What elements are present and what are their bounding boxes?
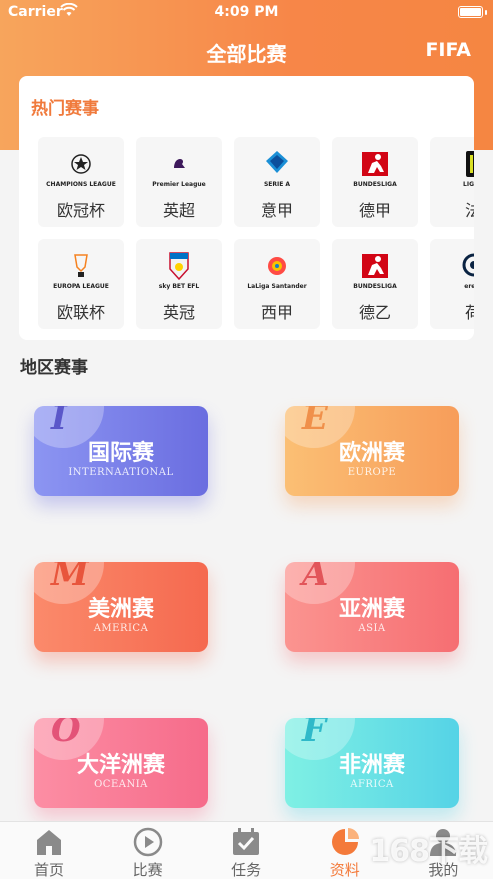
- serie-a-logo: [257, 145, 297, 183]
- league-tile[interactable]: eredi 荷: [430, 239, 474, 329]
- tab-calendar-check[interactable]: 任务: [197, 822, 295, 879]
- league-logo-text: LaLiga Santander: [247, 283, 307, 290]
- tab-play[interactable]: 比赛: [99, 822, 197, 879]
- laliga-logo: [257, 247, 297, 285]
- tab-home[interactable]: 首页: [0, 822, 98, 879]
- league-name: 英超: [162, 201, 195, 220]
- league-name: 西甲: [260, 303, 293, 322]
- league-name: 欧联杯: [56, 303, 105, 322]
- league-logo-text: CHAMPIONS LEAGUE: [46, 181, 116, 188]
- region-name-en: INTERNAATIONAL: [68, 467, 174, 478]
- league-name: 法: [464, 201, 474, 220]
- league-logo-text: BUNDESLIGA: [353, 181, 397, 188]
- league-name: 荷: [464, 303, 474, 322]
- league-name: 欧冠杯: [56, 201, 105, 220]
- region-card[interactable]: O 大洋洲赛 OCEANIA: [34, 718, 208, 808]
- region-card[interactable]: A 亚洲赛 ASIA: [285, 562, 459, 652]
- league-logo-text: SERIE A: [263, 181, 291, 188]
- battery-icon: [458, 6, 483, 18]
- league-logo-text: BUNDESLIGA: [353, 283, 397, 290]
- bundesliga-logo: [355, 145, 395, 183]
- region-letter: M: [51, 562, 89, 594]
- region-card[interactable]: E 欧洲赛 EUROPE: [285, 406, 459, 496]
- hot-events-card: 热门赛事 CHAMPIONS LEAGUE 欧冠杯 Premier League 英超…: [19, 76, 474, 340]
- tab-label: 任务: [231, 861, 262, 879]
- region-name: 大洋洲赛: [76, 753, 165, 778]
- status-bar: Carrier 4:09 PM: [0, 0, 493, 26]
- league-logo-text: LIGUE: [463, 181, 474, 188]
- league-logo-text: sky BET EFL: [158, 283, 200, 290]
- region-name: 非洲赛: [338, 753, 405, 778]
- league-logo-text: Premier League: [152, 181, 206, 188]
- region-name-en: AMERICA: [93, 623, 149, 634]
- region-name: 亚洲赛: [338, 597, 405, 622]
- efl-championship-logo: [159, 247, 199, 285]
- calendar-check-icon: [230, 826, 262, 858]
- home-icon: [33, 826, 65, 858]
- league-tile[interactable]: SERIE A 意甲: [234, 137, 320, 227]
- league-row-1: CHAMPIONS LEAGUE 欧冠杯 Premier League 英超 SERIE…: [38, 137, 474, 229]
- region-card[interactable]: M 美洲赛 AMERICA: [34, 562, 208, 652]
- play-icon: [132, 826, 164, 858]
- league-tile[interactable]: EUROPA LEAGUE 欧联杯: [38, 239, 124, 329]
- league-logo-text: EUROPA LEAGUE: [53, 283, 109, 290]
- region-name-en: AFRICA: [350, 779, 394, 790]
- league-name: 德甲: [358, 201, 391, 220]
- page-title: 全部比赛: [206, 42, 287, 66]
- league-tile[interactable]: Premier League 英超: [136, 137, 222, 227]
- league-tile[interactable]: sky BET EFL 英冠: [136, 239, 222, 329]
- eredivisie-logo: [453, 247, 474, 285]
- region-card[interactable]: I 国际赛 INTERNAATIONAL: [34, 406, 208, 496]
- regions-title: 地区赛事: [20, 358, 88, 378]
- league-tile[interactable]: LaLiga Santander 西甲: [234, 239, 320, 329]
- champions-league-logo: [61, 145, 101, 183]
- battery-tip: [485, 10, 487, 15]
- region-card[interactable]: F 非洲赛 AFRICA: [285, 718, 459, 808]
- league-name: 德乙: [358, 303, 391, 322]
- region-name-en: ASIA: [358, 623, 386, 634]
- league-logo-text: eredi: [464, 283, 474, 290]
- premier-league-logo: [159, 145, 199, 183]
- region-name: 欧洲赛: [338, 441, 405, 466]
- league-name: 意甲: [260, 201, 293, 220]
- region-name-en: OCEANIA: [94, 779, 148, 790]
- hot-events-title: 热门赛事: [31, 99, 99, 119]
- clock: 4:09 PM: [214, 4, 279, 20]
- region-letter: O: [51, 718, 81, 750]
- region-letter: I: [51, 406, 67, 438]
- league-tile[interactable]: BUNDESLIGA 德甲: [332, 137, 418, 227]
- watermark: 168下载: [369, 834, 488, 869]
- ligue1-logo: [453, 145, 474, 183]
- league-row-2: EUROPA LEAGUE 欧联杯 sky BET EFL 英冠 LaLiga Sant…: [38, 239, 474, 331]
- league-name: 英冠: [162, 303, 195, 322]
- bundesliga2-logo: [355, 247, 395, 285]
- pie-chart-icon: [329, 826, 361, 858]
- league-tile[interactable]: CHAMPIONS LEAGUE 欧冠杯: [38, 137, 124, 227]
- tab-label: 比赛: [132, 861, 163, 879]
- region-name: 美洲赛: [87, 597, 154, 622]
- region-letter: F: [302, 718, 327, 750]
- fifa-button[interactable]: FIFA: [425, 39, 471, 61]
- region-name-en: EUROPE: [347, 467, 397, 478]
- europa-league-logo: [61, 247, 101, 285]
- tab-label: 首页: [33, 861, 64, 879]
- region-name: 国际赛: [87, 441, 154, 466]
- region-letter: A: [302, 562, 329, 594]
- league-tile[interactable]: BUNDESLIGA 德乙: [332, 239, 418, 329]
- league-tile[interactable]: LIGUE 法: [430, 137, 474, 227]
- region-letter: E: [302, 406, 328, 438]
